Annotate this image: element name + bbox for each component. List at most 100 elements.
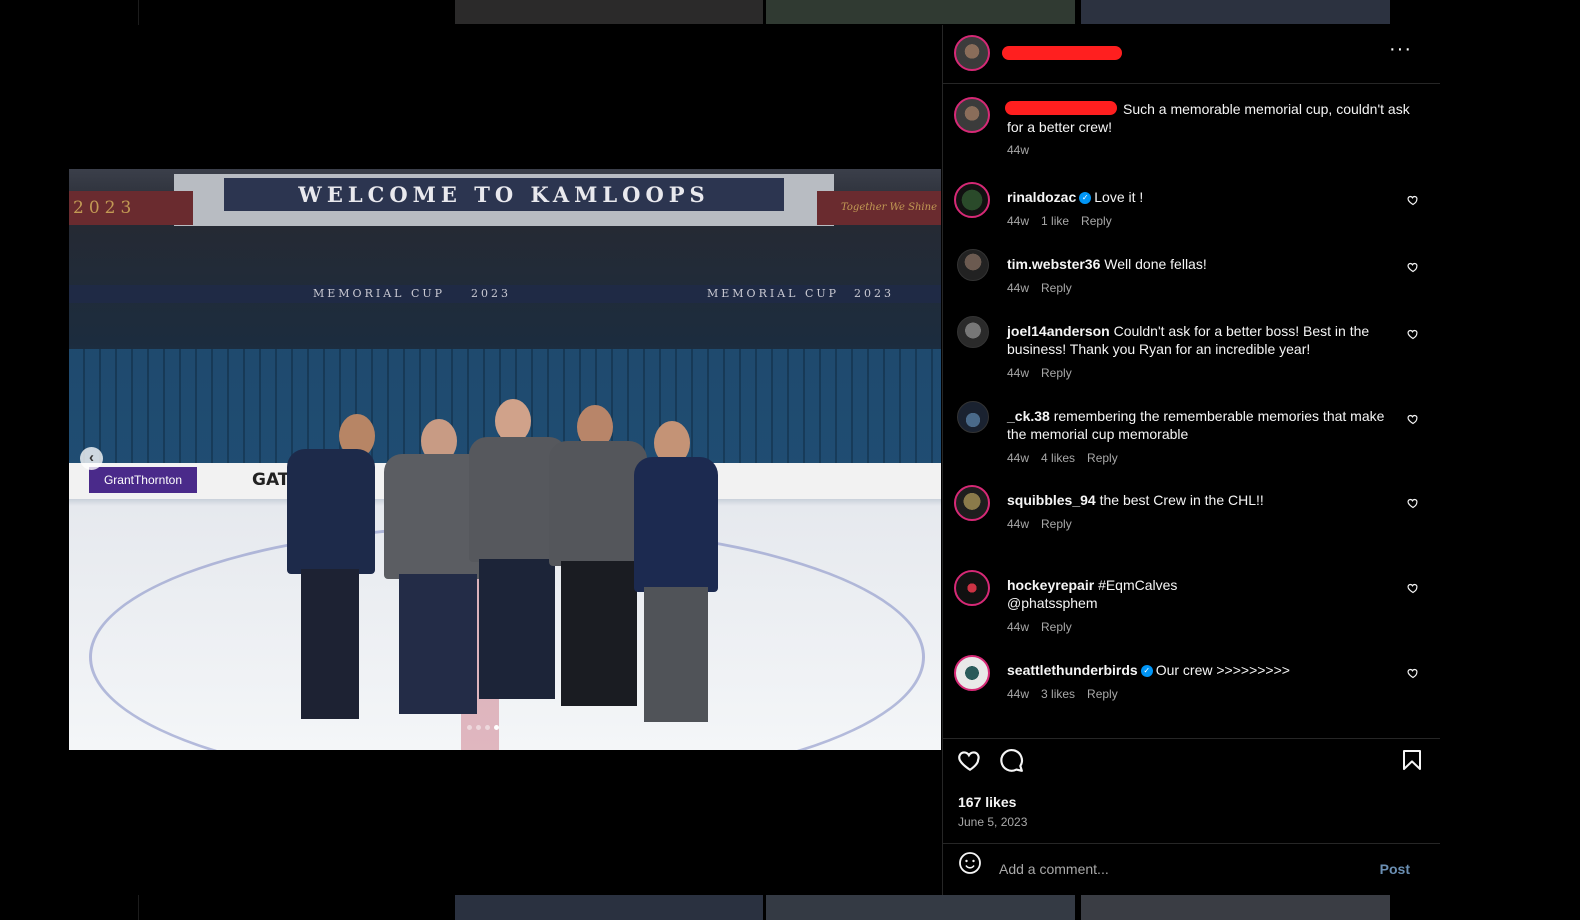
reply-button[interactable]: Reply <box>1041 620 1072 634</box>
author-avatar[interactable] <box>954 97 990 133</box>
ribbon-text-left: MEMORIAL CUP <box>313 287 446 300</box>
reply-button[interactable]: Reply <box>1081 214 1112 228</box>
comment-mention[interactable]: @phatssphem <box>1007 595 1097 611</box>
verified-badge-icon: ✓ <box>1079 192 1092 205</box>
comment-time: 44w <box>1007 620 1030 634</box>
post-comment-button[interactable]: Post <box>1380 861 1410 877</box>
commenter-avatar[interactable] <box>954 485 990 521</box>
comment-like-icon[interactable] <box>1407 328 1419 340</box>
comment-like-icon[interactable] <box>1407 582 1419 594</box>
thumbnail-top-2[interactable] <box>766 0 1075 24</box>
bookmark-icon[interactable] <box>1400 747 1424 773</box>
comment-likes[interactable]: 1 like <box>1041 214 1069 228</box>
comment-username[interactable]: _ck.38 <box>1007 408 1050 424</box>
comment-meta: 44w 3 likes Reply <box>1007 687 1130 701</box>
thumbnail-bottom-2[interactable] <box>766 895 1075 920</box>
comment-meta: 44w Reply <box>1007 620 1084 634</box>
comment-text: squibbles_94 the best Crew in the CHL!! <box>1007 491 1407 509</box>
commenter-avatar[interactable] <box>957 249 989 281</box>
comment-text: _ck.38 remembering the rememberable memo… <box>1007 407 1407 443</box>
carousel-dot <box>476 725 481 730</box>
ribbon-year-left: 2023 <box>471 287 511 300</box>
comment-username[interactable]: rinaldozac <box>1007 189 1076 205</box>
comment-like-icon[interactable] <box>1407 194 1419 206</box>
carousel-dot <box>467 725 472 730</box>
slogan-banner: Together We Shine <box>817 191 941 225</box>
comment-time: 44w <box>1007 214 1030 228</box>
emoji-icon[interactable] <box>958 851 982 875</box>
commenter-avatar[interactable] <box>957 316 989 348</box>
commenter-avatar[interactable] <box>954 182 990 218</box>
comment-time: 44w <box>1007 451 1030 465</box>
comment-username[interactable]: tim.webster36 <box>1007 256 1100 272</box>
comment-username[interactable]: joel14anderson <box>1007 323 1110 339</box>
grid-divider <box>138 895 139 920</box>
reply-button[interactable]: Reply <box>1041 366 1072 380</box>
post-date: June 5, 2023 <box>958 815 1028 829</box>
comment-time: 44w <box>1007 687 1030 701</box>
carousel-dot-active <box>494 725 499 730</box>
sponsor-board-1: GrantThornton <box>89 467 197 493</box>
comment-body: Love it ! <box>1094 189 1144 205</box>
carousel-indicator <box>467 725 499 731</box>
grid-divider <box>138 0 139 25</box>
caption-text: Such a memorable memorial cup, couldn't … <box>1007 101 1410 135</box>
welcome-banner: WELCOME TO KAMLOOPS <box>224 178 784 211</box>
comment-meta: 44w Reply <box>1007 281 1084 295</box>
add-comment-input[interactable]: Add a comment... <box>999 861 1109 877</box>
comment-body: Our crew >>>>>>>>> <box>1155 662 1290 678</box>
thumbnail-top-3[interactable] <box>1081 0 1390 24</box>
post-header: ··· <box>943 25 1440 84</box>
thumbnail-bottom-3[interactable] <box>1081 895 1390 920</box>
comment-body: remembering the rememberable memories th… <box>1007 408 1385 442</box>
memorial-cup-ribbon: MEMORIAL CUP 2023 MEMORIAL CUP 2023 <box>69 285 941 303</box>
comment-time: 44w <box>1007 517 1030 531</box>
comment-like-icon[interactable] <box>1407 497 1419 509</box>
reply-button[interactable]: Reply <box>1087 687 1118 701</box>
comment-text: joel14anderson Couldn't ask for a better… <box>1007 322 1407 358</box>
thumbnail-top-1[interactable] <box>455 0 763 24</box>
post-photo[interactable]: WELCOME TO KAMLOOPS 2023 Together We Shi… <box>69 169 941 750</box>
redacted-username <box>1002 46 1122 60</box>
thumbnail-bottom-1[interactable] <box>455 895 763 920</box>
comment-body: #EqmCalves <box>1098 577 1178 593</box>
comment-meta: 44w 1 like Reply <box>1007 214 1124 228</box>
comment-icon[interactable] <box>998 747 1024 773</box>
carousel-dot <box>485 725 490 730</box>
comment-like-icon[interactable] <box>1407 261 1419 273</box>
comment-likes[interactable]: 3 likes <box>1041 687 1075 701</box>
commenter-avatar[interactable] <box>957 401 989 433</box>
post-details-panel: ··· Such a memorable memorial cup, could… <box>942 25 1440 895</box>
comment-body: the best Crew in the CHL!! <box>1099 492 1264 508</box>
comment-like-icon[interactable] <box>1407 667 1419 679</box>
comment-time: 44w <box>1007 281 1030 295</box>
reply-button[interactable]: Reply <box>1087 451 1118 465</box>
more-options-icon[interactable]: ··· <box>1389 38 1412 61</box>
comment-like-icon[interactable] <box>1407 413 1419 425</box>
comment-text: rinaldozac ✓ Love it ! <box>1007 188 1407 206</box>
reply-button[interactable]: Reply <box>1041 281 1072 295</box>
reply-button[interactable]: Reply <box>1041 517 1072 531</box>
ribbon-year-right: 2023 <box>854 287 894 300</box>
comment-time: 44w <box>1007 366 1030 380</box>
commenter-avatar[interactable] <box>954 570 990 606</box>
author-avatar[interactable] <box>954 35 990 71</box>
comment-divider <box>943 843 1440 844</box>
comment-likes[interactable]: 4 likes <box>1041 451 1075 465</box>
comment-username[interactable]: seattlethunderbirds <box>1007 662 1138 678</box>
comment-username[interactable]: hockeyrepair <box>1007 577 1094 593</box>
year-banner: 2023 <box>69 191 193 225</box>
commenter-avatar[interactable] <box>954 655 990 691</box>
carousel-prev-button[interactable]: ‹ <box>80 447 103 470</box>
comment-meta: 44w Reply <box>1007 366 1084 380</box>
likes-count[interactable]: 167 likes <box>958 794 1016 810</box>
comment-text: tim.webster36 Well done fellas! <box>1007 255 1407 273</box>
comment-meta: 44w Reply <box>1007 517 1084 531</box>
comment-username[interactable]: squibbles_94 <box>1007 492 1096 508</box>
verified-badge-icon: ✓ <box>1140 665 1153 678</box>
comment-meta: 44w 4 likes Reply <box>1007 451 1130 465</box>
ribbon-text-right: MEMORIAL CUP <box>707 287 840 300</box>
comment-text: hockeyrepair #EqmCalves @phatssphem <box>1007 576 1407 612</box>
heart-icon[interactable] <box>957 747 983 773</box>
comment-body: Well done fellas! <box>1104 256 1207 272</box>
